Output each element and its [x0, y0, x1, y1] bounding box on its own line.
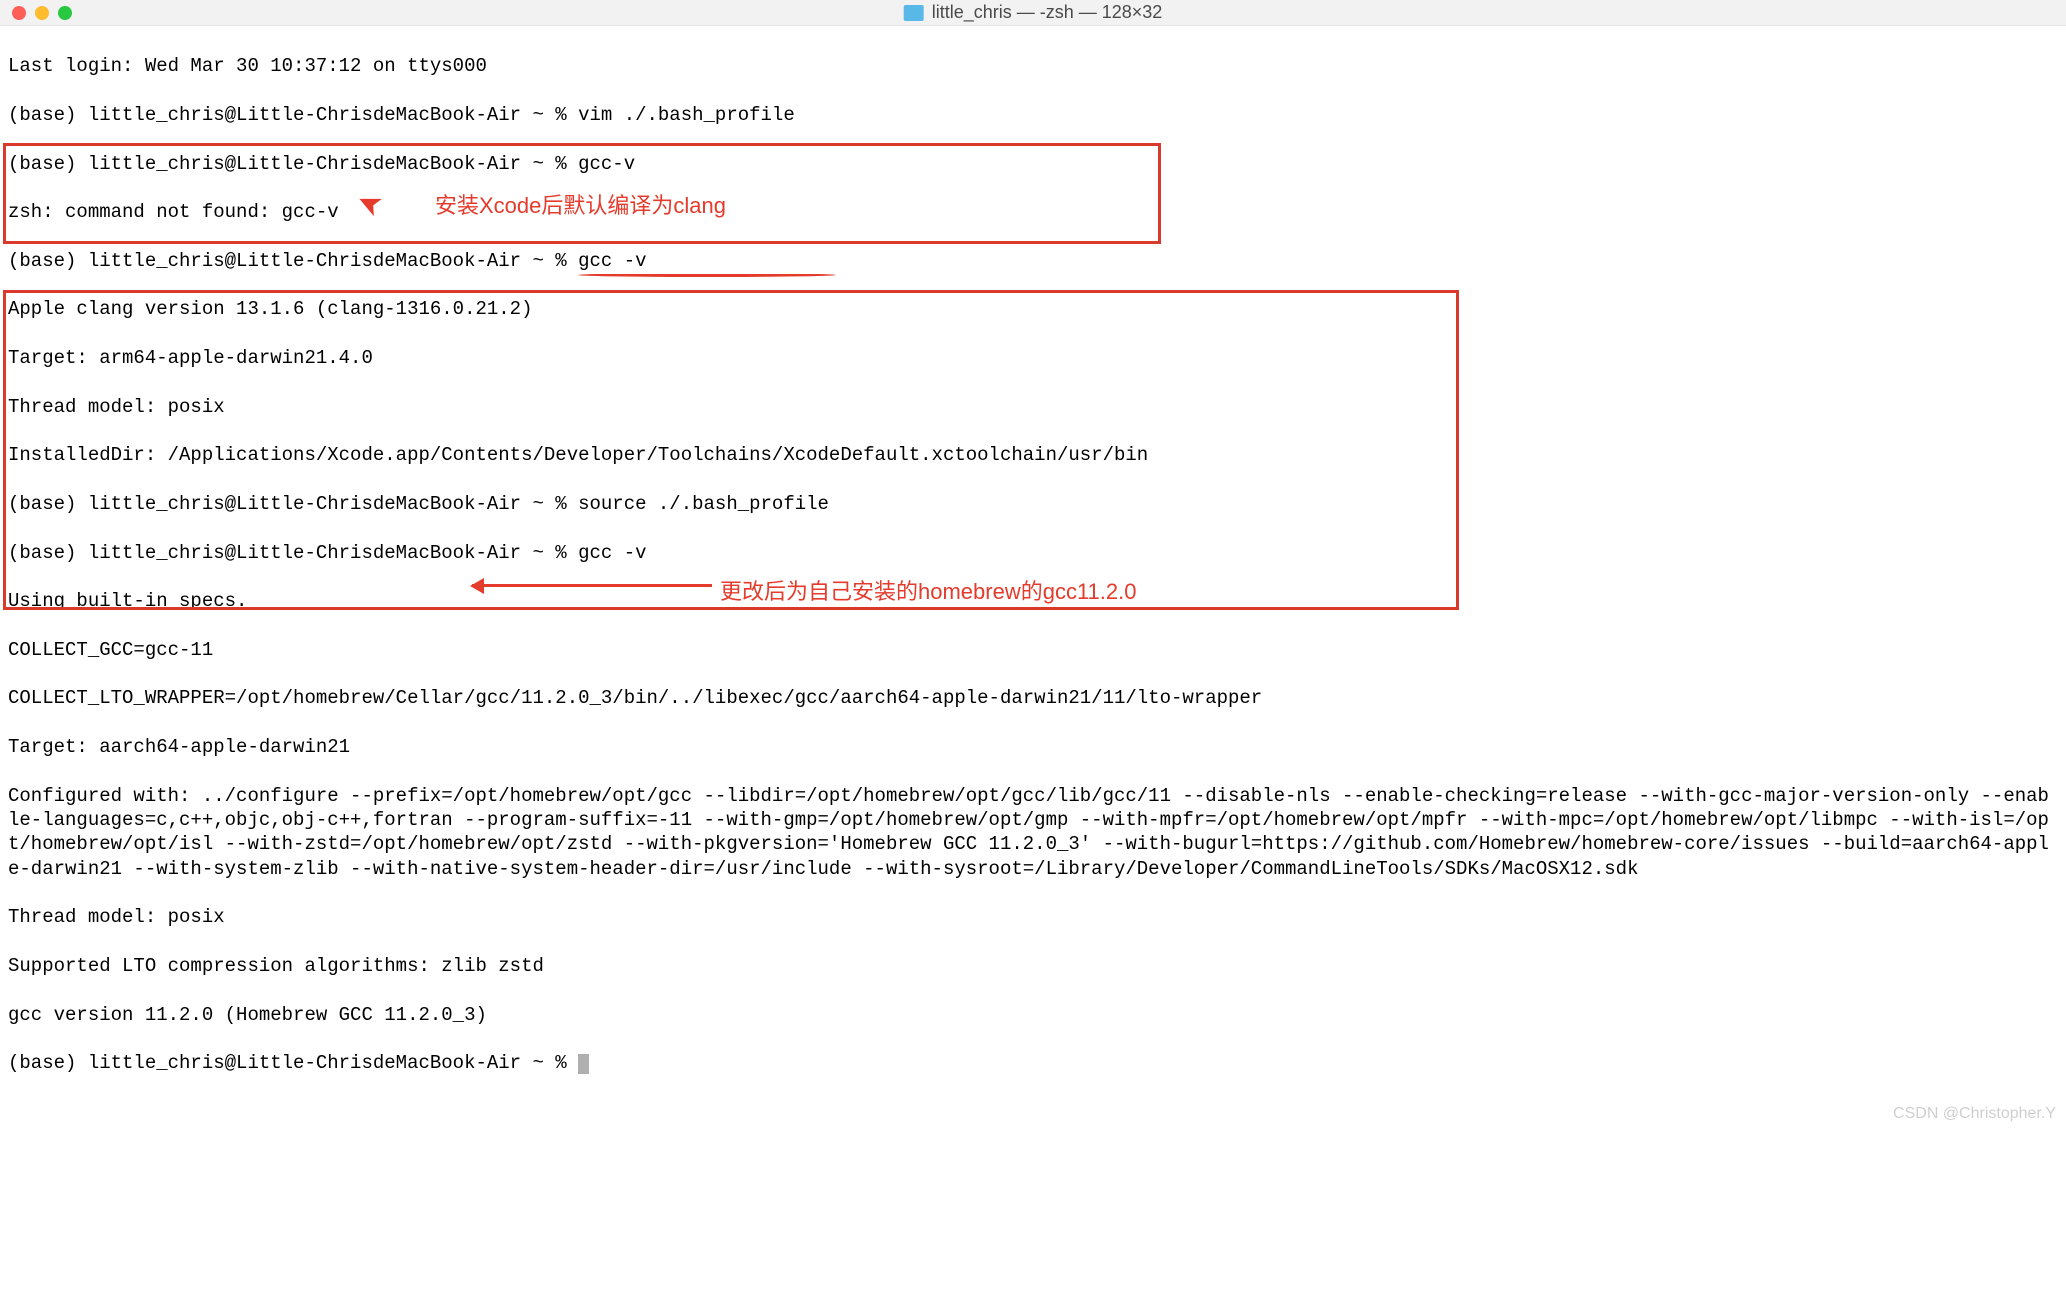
terminal-line: Target: arm64-apple-darwin21.4.0 — [8, 346, 2058, 370]
terminal-line: zsh: command not found: gcc-v — [8, 200, 2058, 224]
maximize-button[interactable] — [58, 6, 72, 20]
underline-source-command — [578, 273, 836, 277]
terminal-line: Apple clang version 13.1.6 (clang-1316.0… — [8, 297, 2058, 321]
traffic-lights — [12, 6, 72, 20]
terminal-line: Thread model: posix — [8, 905, 2058, 929]
terminal-line: (base) little_chris@Little-ChrisdeMacBoo… — [8, 249, 2058, 273]
window-titlebar: little_chris — -zsh — 128×32 — [0, 0, 2066, 26]
terminal-line: (base) little_chris@Little-ChrisdeMacBoo… — [8, 152, 2058, 176]
terminal-line: (base) little_chris@Little-ChrisdeMacBoo… — [8, 492, 2058, 516]
terminal-line: Supported LTO compression algorithms: zl… — [8, 954, 2058, 978]
window-title-text: little_chris — -zsh — 128×32 — [932, 1, 1163, 24]
terminal-content[interactable]: Last login: Wed Mar 30 10:37:12 on ttys0… — [0, 26, 2066, 1298]
terminal-line: Last login: Wed Mar 30 10:37:12 on ttys0… — [8, 54, 2058, 78]
annotation-clang: 安装Xcode后默认编译为clang — [435, 192, 726, 220]
terminal-prompt: (base) little_chris@Little-ChrisdeMacBoo… — [8, 1052, 578, 1074]
terminal-line: gcc version 11.2.0 (Homebrew GCC 11.2.0_… — [8, 1003, 2058, 1027]
annotation-gcc: 更改后为自己安装的homebrew的gcc11.2.0 — [720, 578, 1137, 606]
terminal-line: COLLECT_GCC=gcc-11 — [8, 638, 2058, 662]
terminal-line: (base) little_chris@Little-ChrisdeMacBoo… — [8, 541, 2058, 565]
window-title: little_chris — -zsh — 128×32 — [904, 1, 1163, 24]
terminal-line: Target: aarch64-apple-darwin21 — [8, 735, 2058, 759]
folder-icon — [904, 5, 924, 21]
terminal-prompt-line: (base) little_chris@Little-ChrisdeMacBoo… — [8, 1051, 2058, 1075]
terminal-line: InstalledDir: /Applications/Xcode.app/Co… — [8, 443, 2058, 467]
arrow-icon — [472, 584, 712, 587]
terminal-line: (base) little_chris@Little-ChrisdeMacBoo… — [8, 103, 2058, 127]
cursor-icon — [578, 1054, 589, 1074]
close-button[interactable] — [12, 6, 26, 20]
terminal-line: Thread model: posix — [8, 395, 2058, 419]
terminal-line: Configured with: ../configure --prefix=/… — [8, 784, 2058, 881]
watermark-text: CSDN @Christopher.Y — [1893, 1104, 2056, 1124]
minimize-button[interactable] — [35, 6, 49, 20]
terminal-line: COLLECT_LTO_WRAPPER=/opt/homebrew/Cellar… — [8, 686, 2058, 710]
